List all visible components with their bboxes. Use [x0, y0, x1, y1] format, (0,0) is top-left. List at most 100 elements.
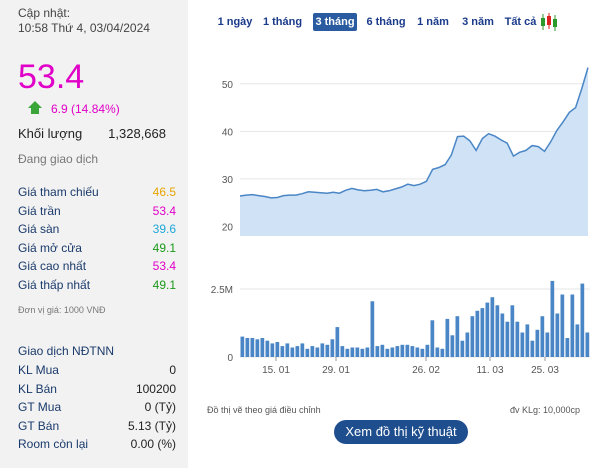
volume-bar — [240, 336, 245, 357]
volume-bar — [465, 332, 470, 357]
y-tick-label: 2.5M — [211, 285, 233, 296]
volume-bar — [570, 294, 575, 357]
volume-bar — [495, 305, 500, 357]
tab-1-năm[interactable]: 1 năm — [415, 13, 451, 31]
volume-bar — [290, 347, 295, 357]
y-tick-label: 40 — [222, 127, 234, 138]
foreign-row-label: GT Bán — [18, 418, 60, 433]
volume-bar — [330, 339, 335, 357]
tab-3-năm[interactable]: 3 năm — [459, 13, 497, 31]
volume-label: Khối lượng — [18, 126, 83, 141]
y-tick-label: 30 — [222, 175, 234, 186]
volume-chart: 0 2.5M 15. 01 29. 01 26. 02 11. 03 25. 03 — [211, 280, 590, 376]
price-row-value: 46.5 — [152, 185, 176, 199]
price-row-label: Giá trần — [18, 203, 61, 218]
volume-bar — [565, 338, 570, 357]
view-technical-chart-button[interactable]: Xem đồ thị kỹ thuật — [334, 420, 468, 444]
tab-tất-cả[interactable]: Tất cả — [503, 13, 538, 31]
volume-bar — [485, 302, 490, 357]
volume-bar — [390, 347, 395, 357]
updated-time: 10:58 Thứ 4, 03/04/2024 — [18, 21, 150, 35]
price-row-label: Giá mở cửa — [18, 240, 82, 255]
volume-bar — [530, 340, 535, 357]
price-row-label: Giá sàn — [18, 222, 60, 237]
volume-bar — [355, 347, 360, 357]
foreign-row-value: 0 (Tỷ) — [144, 400, 176, 415]
volume-bar — [385, 348, 390, 357]
volume-bar — [315, 347, 320, 357]
volume-bar — [300, 343, 305, 357]
volume-bar — [430, 320, 435, 357]
x-tick-label: 26. 02 — [412, 365, 440, 376]
foreign-row-label: KL Mua — [18, 363, 59, 377]
volume-bar — [395, 346, 400, 357]
volume-bar — [550, 280, 555, 357]
volume-bar — [475, 310, 480, 357]
volume-bar — [405, 344, 410, 357]
up-arrow-icon — [28, 101, 42, 108]
volume-bar — [520, 332, 525, 357]
volume-bar — [425, 344, 430, 357]
volume-bar — [480, 308, 485, 357]
tab-1-tháng[interactable]: 1 tháng — [262, 13, 303, 31]
volume-bar — [450, 335, 455, 358]
volume-bar — [255, 339, 260, 357]
current-price: 53.4 — [18, 58, 85, 96]
volume-bar — [345, 348, 350, 357]
volume-bar — [580, 283, 585, 357]
volume-bar — [490, 297, 495, 357]
volume-bar — [545, 332, 550, 357]
volume-bar — [270, 343, 275, 357]
foreign-row-value: 5.13 (Tỷ) — [127, 418, 176, 433]
volume-bar — [245, 338, 250, 357]
volume-bar — [455, 316, 460, 357]
volume-bar — [280, 346, 285, 357]
price-row-label: Giá tham chiếu — [18, 185, 99, 199]
volume-bar — [370, 301, 375, 357]
foreign-row-label: GT Mua — [18, 400, 62, 415]
updated-label: Cập nhật: — [18, 6, 71, 20]
stock-summary-panel: Cập nhật: 10:58 Thứ 4, 03/04/2024 53.4 6… — [0, 0, 188, 468]
volume-bar — [575, 324, 580, 357]
volume-bar — [500, 313, 505, 357]
volume-bar — [265, 340, 270, 357]
price-row-value: 49.1 — [152, 278, 176, 292]
volume-bar — [350, 347, 355, 357]
up-arrow-icon-stem — [31, 108, 39, 114]
volume-bar — [285, 343, 290, 357]
volume-bar — [360, 348, 365, 357]
foreign-row-value: 100200 — [135, 381, 176, 396]
price-row-value: 53.4 — [152, 259, 176, 274]
volume-bar — [525, 324, 530, 357]
volume-value: 1,328,668 — [108, 126, 166, 141]
volume-bar — [535, 329, 540, 357]
volume-bar — [435, 347, 440, 357]
tab-6-tháng[interactable]: 6 tháng — [365, 13, 407, 31]
tab-1-ngày[interactable]: 1 ngày — [216, 13, 254, 31]
tab-3-tháng[interactable]: 3 tháng — [313, 13, 357, 31]
volume-bar — [555, 313, 560, 357]
volume-bar — [400, 344, 405, 357]
y-tick-label: 20 — [222, 222, 234, 233]
volume-bar — [420, 348, 425, 357]
price-area — [240, 67, 588, 236]
price-row-value: 49.1 — [152, 240, 176, 255]
foreign-row-value: 0 — [169, 363, 176, 377]
foreign-row-label: Room còn lại — [18, 437, 89, 452]
volume-bar — [310, 346, 315, 357]
volume-bar — [415, 347, 420, 357]
candlestick-icon[interactable] — [539, 12, 561, 32]
adjusted-note: Đồ thị vẽ theo giá điều chỉnh — [207, 405, 321, 415]
volume-bar — [340, 346, 345, 357]
y-tick-label: 50 — [222, 80, 234, 91]
price-row-label: Giá thấp nhất — [18, 278, 91, 292]
volume-bar — [325, 344, 330, 357]
price-row-value: 39.6 — [152, 222, 176, 237]
volume-bar — [335, 327, 340, 357]
x-tick-label: 25. 03 — [531, 365, 559, 376]
volume-bar — [305, 348, 310, 357]
volume-bar — [515, 321, 520, 357]
volume-bar — [445, 318, 450, 357]
volume-bar — [260, 338, 265, 357]
volume-bar — [505, 321, 510, 357]
